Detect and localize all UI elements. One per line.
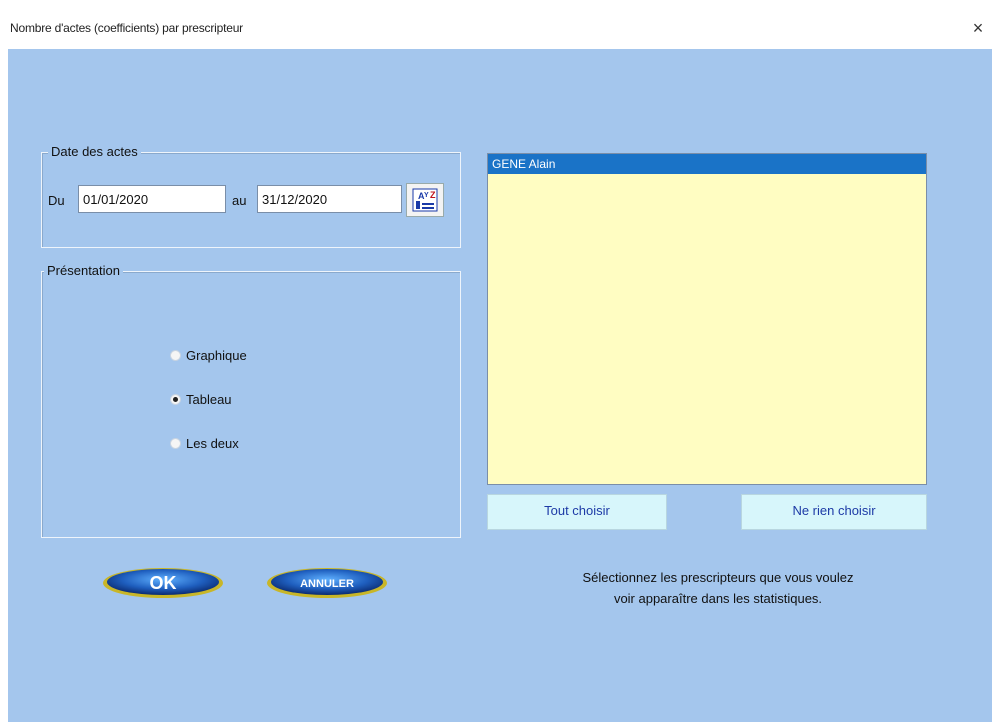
prescriber-hint: Sélectionnez les prescripteurs que vous …	[508, 567, 928, 609]
dialog-client-area: Date des actes Du au A Y Z Présentation	[8, 49, 992, 722]
svg-text:Y: Y	[424, 192, 429, 199]
from-date-input[interactable]	[78, 185, 226, 213]
to-date-input[interactable]	[257, 185, 402, 213]
select-all-button[interactable]: Tout choisir	[487, 494, 667, 530]
radio-button[interactable]	[170, 350, 181, 361]
svg-text:Z: Z	[430, 190, 436, 200]
presentation-group-legend: Présentation	[44, 263, 123, 278]
window-title: Nombre d'actes (coefficients) par prescr…	[10, 21, 243, 35]
close-button[interactable]: ×	[968, 17, 988, 39]
prescriber-list[interactable]: GENE Alain	[487, 153, 927, 485]
ok-button-label: OK	[150, 573, 177, 593]
list-item[interactable]: GENE Alain	[488, 154, 926, 174]
cancel-button-graphic: ANNULER	[267, 568, 387, 598]
ok-button[interactable]: OK	[98, 563, 228, 606]
radio-button[interactable]	[170, 394, 181, 405]
ok-button-graphic: OK	[103, 568, 223, 598]
presentation-group: Présentation Graphique Tableau Les deux	[41, 263, 461, 538]
to-label: au	[232, 193, 247, 208]
title-bar[interactable]: Nombre d'actes (coefficients) par prescr…	[8, 12, 992, 49]
calendar-button[interactable]: A Y Z	[406, 183, 444, 217]
window-left-border	[0, 0, 8, 722]
cancel-button-label: ANNULER	[300, 578, 354, 590]
cancel-button[interactable]: ANNULER	[262, 563, 392, 606]
date-group-legend: Date des actes	[48, 144, 141, 159]
radio-label: Graphique	[186, 348, 247, 363]
dialog-window: Nombre d'actes (coefficients) par prescr…	[0, 0, 992, 722]
radio-les-deux[interactable]: Les deux	[170, 436, 239, 451]
hint-line-2: voir apparaître dans les statistiques.	[613, 591, 823, 606]
date-group: Date des actes Du au A Y Z	[41, 144, 461, 248]
calendar-icon: A Y Z	[412, 188, 438, 212]
radio-tableau[interactable]: Tableau	[170, 392, 232, 407]
radio-graphique[interactable]: Graphique	[170, 348, 247, 363]
hint-line-1: Sélectionnez les prescripteurs que vous …	[582, 570, 854, 585]
from-label: Du	[48, 193, 65, 208]
radio-label: Les deux	[186, 436, 239, 451]
radio-label: Tableau	[186, 392, 232, 407]
radio-button[interactable]	[170, 438, 181, 449]
select-none-button[interactable]: Ne rien choisir	[741, 494, 927, 530]
